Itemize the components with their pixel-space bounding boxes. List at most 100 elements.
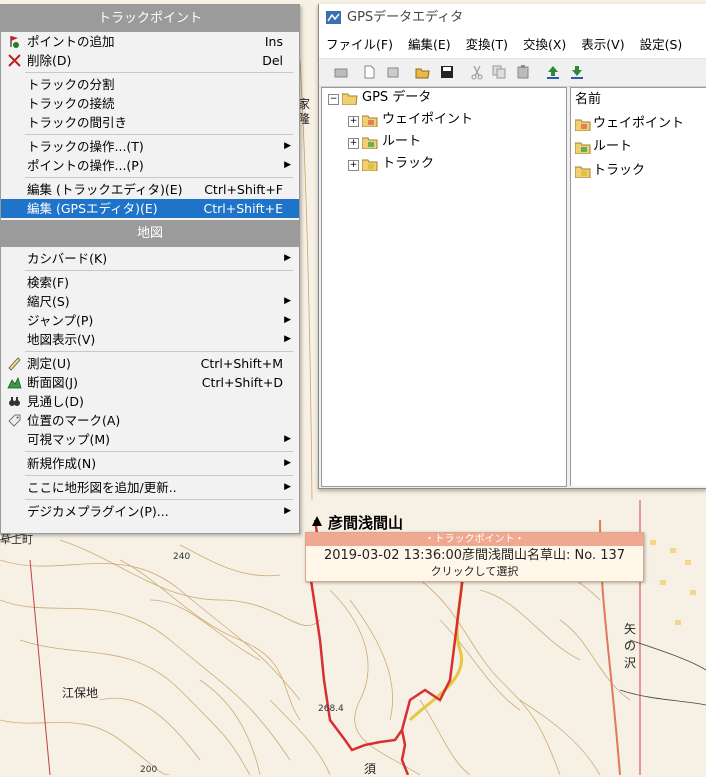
submenu-arrow-icon: ▶	[284, 334, 291, 344]
tree-item-track[interactable]: トラック	[382, 154, 434, 174]
menu-separator	[25, 499, 293, 500]
gps-data-list: 名前 ウェイポイント ルート トラック	[570, 87, 706, 486]
download-icon[interactable]	[569, 64, 585, 80]
expand-icon[interactable]: +	[348, 160, 359, 171]
menu-item-jump[interactable]: ジャンプ(P) ▶	[1, 311, 299, 330]
save-icon[interactable]	[439, 64, 455, 80]
submenu-arrow-icon: ▶	[284, 482, 291, 492]
menu-item-add-topo[interactable]: ここに地形図を追加/更新.. ▶	[1, 478, 299, 497]
menu-item-thin-track[interactable]: トラックの間引き	[1, 113, 299, 132]
context-menu: トラックポイント ポイントの追加 Ins 削除(D) Del トラックの分割 ト…	[0, 4, 300, 534]
menu-file[interactable]: ファイル(F)	[326, 32, 393, 58]
menu-settings[interactable]: 設定(S)	[640, 32, 683, 58]
menu-item-new[interactable]: 新規作成(N) ▶	[1, 454, 299, 473]
menu-item-add-point[interactable]: ポイントの追加 Ins	[1, 32, 299, 51]
menu-view[interactable]: 表示(V)	[581, 32, 624, 58]
ruler-icon	[8, 357, 21, 371]
menu-separator	[25, 351, 293, 352]
menu-item-edit-gps-editor[interactable]: 編集 (GPSエディタ)(E) Ctrl+Shift+E	[1, 199, 299, 218]
map-label-sawa: 沢	[624, 656, 637, 670]
submenu-arrow-icon: ▶	[284, 160, 291, 170]
copy-doc-icon[interactable]	[385, 64, 401, 80]
expand-icon[interactable]: +	[348, 138, 359, 149]
submenu-arrow-icon: ▶	[284, 253, 291, 263]
menu-item-map-display[interactable]: 地図表示(V) ▶	[1, 330, 299, 349]
map-label-ya: 矢	[624, 622, 637, 636]
submenu-arrow-icon: ▶	[284, 434, 291, 444]
add-point-icon	[10, 36, 19, 48]
gps-data-tree: − GPS データ + ウェイポイント + ルート + トラック	[321, 87, 567, 487]
window-title: GPSデータエディタ	[347, 10, 464, 25]
menu-convert[interactable]: 変換(T)	[466, 32, 508, 58]
tooltip-sub-text: クリックして選択	[430, 565, 519, 578]
menu-separator	[25, 134, 293, 135]
open-folder-icon[interactable]	[415, 64, 431, 80]
new-file-icon[interactable]	[361, 64, 377, 80]
menu-separator	[25, 451, 293, 452]
map-label-no: の	[624, 639, 637, 653]
tooltip-header: ・トラックポイント・	[306, 533, 643, 546]
cut-icon[interactable]	[469, 64, 485, 80]
menu-item-kashmir[interactable]: カシバード(K) ▶	[1, 249, 299, 268]
folder-open-icon	[342, 93, 358, 105]
menu-item-view[interactable]: 見通し(D)	[1, 392, 299, 411]
tree-root-gps-data[interactable]: GPS データ	[362, 88, 431, 108]
map-label-su: 須	[364, 762, 377, 776]
window-menu-bar: ファイル(F) 編集(E) 変換(T) 交換(X) 表示(V) 設定(S)	[319, 32, 706, 58]
folder-gray-icon[interactable]	[333, 64, 349, 80]
delete-icon	[8, 54, 21, 67]
submenu-arrow-icon: ▶	[284, 315, 291, 325]
route-folder-icon	[575, 142, 591, 154]
binoculars-icon	[9, 397, 20, 406]
list-header-name[interactable]: 名前	[575, 90, 601, 110]
expand-icon[interactable]: +	[348, 116, 359, 127]
elev-label-200: 200	[140, 765, 158, 775]
menu-item-scale[interactable]: 縮尺(S) ▶	[1, 292, 299, 311]
menu-edit[interactable]: 編集(E)	[408, 32, 451, 58]
elev-label-240: 240	[173, 552, 191, 562]
submenu-arrow-icon: ▶	[284, 506, 291, 516]
toolbar	[319, 58, 706, 87]
menu-item-join-track[interactable]: トラックの接続	[1, 94, 299, 113]
peak-name-label: 彦間浅間山	[328, 514, 404, 532]
map-label-place: 江保地	[62, 686, 99, 700]
menu-separator	[25, 475, 293, 476]
paste-icon[interactable]	[515, 64, 531, 80]
menu-separator	[25, 270, 293, 271]
list-item[interactable]: トラック	[575, 161, 645, 181]
menu-item-edit-track-editor[interactable]: 編集 (トラックエディタ)(E) Ctrl+Shift+F	[1, 180, 299, 199]
menu-item-split-track[interactable]: トラックの分割	[1, 75, 299, 94]
menu-separator	[25, 177, 293, 178]
trackpoint-tooltip[interactable]: ・トラックポイント・ 2019-03-02 13:36:00彦間浅間山名草山: …	[305, 532, 644, 582]
menu-header-trackpoint: トラックポイント	[1, 5, 299, 32]
tree-item-waypoint[interactable]: ウェイポイント	[382, 110, 473, 130]
profile-icon	[7, 376, 22, 389]
menu-item-point-ops[interactable]: ポイントの操作...(P) ▶	[1, 156, 299, 175]
menu-item-track-ops[interactable]: トラックの操作...(T) ▶	[1, 137, 299, 156]
window-title-bar[interactable]: GPSデータエディタ	[319, 4, 706, 32]
menu-item-visible-map[interactable]: 可視マップ(M) ▶	[1, 430, 299, 449]
list-item[interactable]: ウェイポイント	[575, 114, 684, 134]
menu-item-delete[interactable]: 削除(D) Del	[1, 51, 299, 70]
menu-item-search[interactable]: 検索(F)	[1, 273, 299, 292]
list-item[interactable]: ルート	[575, 137, 632, 157]
tooltip-main-text: 2019-03-02 13:36:00彦間浅間山名草山: No. 137	[323, 548, 626, 563]
track-folder-icon	[575, 166, 591, 178]
upload-icon[interactable]	[545, 64, 561, 80]
waypoint-folder-icon	[575, 119, 591, 131]
elev-label-268: 268.4	[318, 704, 344, 714]
menu-item-camera-plugin[interactable]: デジカメプラグイン(P)... ▶	[1, 502, 299, 521]
menu-header-map: 地図	[1, 220, 299, 247]
waypoint-folder-icon	[362, 115, 378, 127]
submenu-arrow-icon: ▶	[284, 141, 291, 151]
submenu-arrow-icon: ▶	[284, 296, 291, 306]
collapse-icon[interactable]: −	[328, 94, 339, 105]
copy-icon[interactable]	[491, 64, 507, 80]
menu-item-mark[interactable]: 位置のマーク(A)	[1, 411, 299, 430]
menu-exchange[interactable]: 交換(X)	[523, 32, 566, 58]
app-icon	[326, 11, 341, 24]
submenu-arrow-icon: ▶	[284, 458, 291, 468]
menu-item-measure[interactable]: 測定(U) Ctrl+Shift+M	[1, 354, 299, 373]
menu-item-profile[interactable]: 断面図(J) Ctrl+Shift+D	[1, 373, 299, 392]
tree-item-route[interactable]: ルート	[382, 132, 421, 152]
